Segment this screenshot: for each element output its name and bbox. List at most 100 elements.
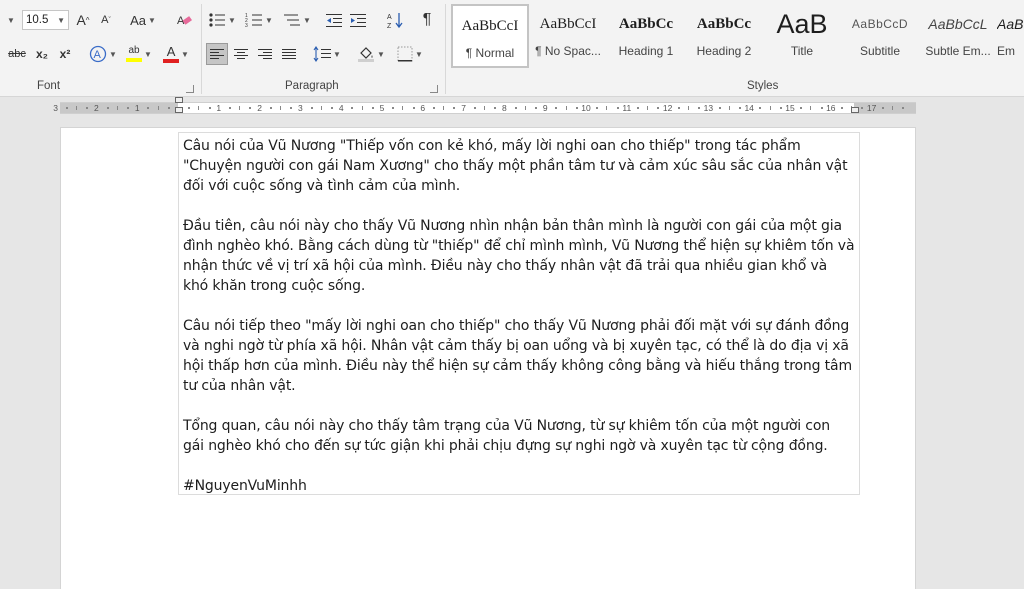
- ruler-tick: [596, 107, 599, 109]
- ribbon: ▼ 10.5 ▼ A ^ Aˇ Aa ▼ A abc x₂ x² A ▼ ab ▼ …: [0, 0, 1024, 97]
- style-name: Subtitle: [859, 44, 901, 58]
- ruler-tick: [779, 107, 782, 109]
- style-subtle-emphasis[interactable]: AaBbCcL Subtle Em...: [919, 4, 997, 68]
- ruler-tick: [320, 106, 322, 110]
- style-heading-2[interactable]: AaBbCc Heading 2: [685, 4, 763, 68]
- superscript-button[interactable]: x²: [55, 43, 75, 65]
- ruler-number: 13: [703, 103, 714, 113]
- grow-font-button[interactable]: A ^: [73, 9, 93, 31]
- ruler-tick: [637, 107, 639, 109]
- ruler-number: 17: [866, 103, 877, 113]
- bullets-button[interactable]: ▼: [206, 9, 238, 31]
- borders-icon: [397, 46, 413, 62]
- ruler-tick: [86, 107, 89, 109]
- ruler-tick: [188, 107, 191, 109]
- ruler-tick: [147, 107, 150, 109]
- font-size-box[interactable]: 10.5 ▼: [22, 10, 69, 30]
- font-dialog-launcher-icon[interactable]: [186, 85, 194, 93]
- ruler-tick: [351, 107, 354, 109]
- style-heading-1[interactable]: AaBbCc Heading 1: [607, 4, 685, 68]
- group-separator: [201, 4, 202, 94]
- style-title[interactable]: AaB Title: [763, 4, 841, 68]
- style-emphasis[interactable]: AaB Em: [997, 4, 1024, 68]
- ruler-number: 8: [502, 103, 507, 113]
- ruler-tick: [229, 107, 231, 109]
- ruler-number: 7: [461, 103, 466, 113]
- svg-text:A: A: [94, 49, 102, 61]
- ruler-tick: [65, 107, 68, 109]
- ruler-tick: [892, 106, 893, 110]
- font-size-dropdown-icon: ▼: [57, 15, 65, 25]
- borders-button[interactable]: ▼: [392, 43, 428, 65]
- subscript-button[interactable]: x₂: [32, 43, 52, 65]
- ruler-tick: [524, 106, 526, 110]
- ruler-tick: [555, 107, 558, 109]
- show-formatting-marks-button[interactable]: ¶: [416, 9, 438, 31]
- ruler-tick: [810, 106, 812, 110]
- ruler-tick: [310, 107, 313, 109]
- ruler-number: 14: [744, 103, 754, 113]
- sort-button[interactable]: AZ: [384, 9, 406, 31]
- align-center-button[interactable]: [230, 43, 252, 65]
- style-normal[interactable]: AaBbCcI ¶ Normal: [451, 4, 529, 68]
- multilevel-list-button[interactable]: ▼: [281, 9, 313, 31]
- paragraph-dialog-launcher-icon[interactable]: [430, 85, 438, 93]
- style-preview: AaBbCcD: [851, 17, 909, 31]
- ruler-tick: [565, 106, 567, 110]
- justify-button[interactable]: [278, 43, 300, 65]
- style-no-spacing[interactable]: AaBbCcI ¶ No Spac...: [529, 4, 607, 68]
- strikethrough-button[interactable]: abc: [4, 43, 30, 65]
- ruler-tick: [728, 106, 730, 110]
- paragraph-group-label: Paragraph: [285, 80, 339, 92]
- numbering-button[interactable]: 1 2 3 ▼: [243, 9, 275, 31]
- ruler-tick: [575, 107, 578, 109]
- ruler-tick: [127, 107, 129, 109]
- document-body[interactable]: Câu nói của Vũ Nương "Thiếp vốn con kẻ k…: [178, 132, 860, 495]
- font-color-swatch: [163, 58, 180, 63]
- horizontal-ruler[interactable]: 3 2 1 1 2 3 4 5 6 7 8 9 10 11 12 13 14 15 16 17: [0, 97, 1024, 119]
- font-color-button[interactable]: A ▼: [160, 43, 192, 65]
- text-effects-button[interactable]: A ▼: [88, 43, 118, 65]
- ruler-tick: [473, 107, 476, 109]
- align-right-button[interactable]: [254, 43, 276, 65]
- ruler-tick: [647, 106, 649, 110]
- ruler-tick: [688, 106, 689, 110]
- ruler-number: 9: [542, 103, 548, 113]
- svg-text:3: 3: [245, 23, 248, 28]
- ruler-tick: [116, 106, 118, 110]
- ruler-tick: [157, 106, 159, 110]
- numbering-icon: 123: [245, 13, 263, 28]
- shrink-font-button[interactable]: Aˇ: [96, 9, 116, 31]
- clear-formatting-button[interactable]: A: [173, 9, 195, 31]
- ruler-tick: [412, 107, 415, 109]
- ruler-tick: [443, 106, 445, 110]
- paragraph[interactable]: Đầu tiên, câu nói này cho thấy Vũ Nương …: [183, 216, 855, 296]
- ruler-tick: [280, 106, 281, 110]
- line-spacing-button[interactable]: ▼: [310, 43, 344, 65]
- paragraph[interactable]: Câu nói của Vũ Nương "Thiếp vốn con kẻ k…: [183, 136, 855, 196]
- style-preview: AaBbCc: [696, 15, 752, 32]
- hanging-indent-marker[interactable]: [175, 107, 183, 113]
- svg-text:A: A: [387, 14, 392, 21]
- svg-text:Z: Z: [387, 23, 392, 29]
- first-line-indent-marker[interactable]: [175, 97, 183, 103]
- style-name: Title: [790, 44, 814, 58]
- font-name-dropdown-arrow[interactable]: ▼: [0, 9, 20, 31]
- style-subtitle[interactable]: AaBbCcD Subtitle: [841, 4, 919, 68]
- increase-indent-icon: [350, 14, 366, 27]
- decrease-indent-button[interactable]: [323, 9, 345, 31]
- right-indent-marker[interactable]: [851, 107, 859, 113]
- ruler-tick: [106, 107, 109, 109]
- increase-indent-button[interactable]: [347, 9, 369, 31]
- bullets-icon: [209, 13, 226, 27]
- hashtag-paragraph[interactable]: #NguyenVuMinhh: [183, 476, 855, 496]
- shading-button[interactable]: ▼: [354, 43, 388, 65]
- paragraph[interactable]: Tổng quan, câu nói này cho thấy tâm trạn…: [183, 416, 855, 456]
- document-page[interactable]: Câu nói của Vũ Nương "Thiếp vốn con kẻ k…: [60, 127, 916, 589]
- change-case-button[interactable]: Aa ▼: [126, 9, 160, 31]
- align-left-button[interactable]: [206, 43, 228, 65]
- line-spacing-icon: [313, 46, 332, 62]
- paragraph[interactable]: Câu nói tiếp theo "mấy lời nghi oan cho …: [183, 316, 855, 396]
- style-preview: AaBbCcL: [928, 16, 988, 32]
- highlight-color-button[interactable]: ab ▼: [123, 43, 155, 65]
